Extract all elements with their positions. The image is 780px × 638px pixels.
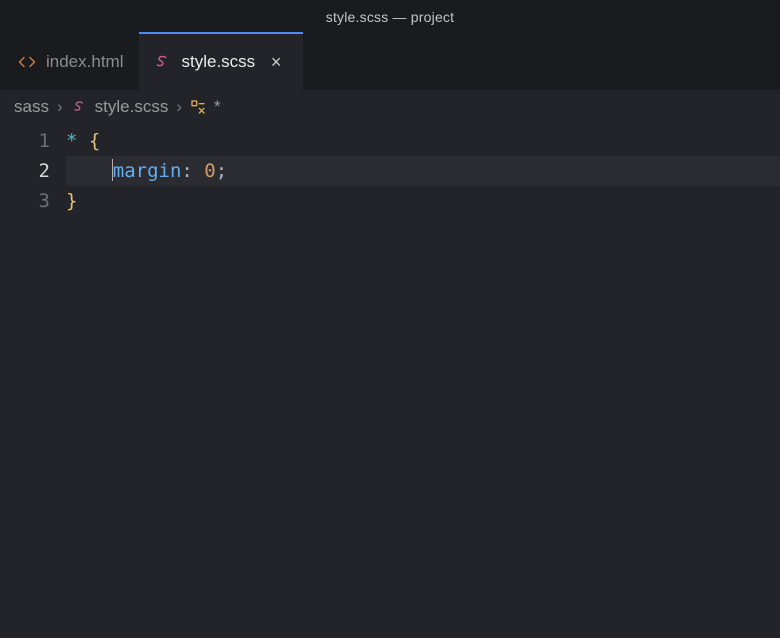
- breadcrumb-label: *: [214, 97, 221, 117]
- line-number: 3: [0, 186, 50, 216]
- code-line[interactable]: }: [66, 186, 780, 216]
- tab-bar: index.html style.scss ×: [0, 34, 780, 90]
- code-token: :: [181, 160, 204, 182]
- code-token: [66, 160, 112, 182]
- tab-close-button[interactable]: ×: [265, 51, 287, 73]
- tab-label: style.scss: [181, 52, 255, 72]
- code-icon: [18, 53, 36, 71]
- chevron-right-icon: ›: [55, 97, 65, 117]
- close-icon: ×: [271, 53, 282, 71]
- breadcrumb-item-folder[interactable]: sass: [14, 97, 49, 117]
- line-number: 1: [0, 126, 50, 156]
- editor-content[interactable]: * { margin: 0;}: [66, 124, 780, 638]
- breadcrumb-item-file[interactable]: style.scss: [71, 97, 169, 117]
- sass-icon: [71, 99, 87, 115]
- breadcrumb-item-symbol[interactable]: *: [190, 97, 221, 117]
- tab-style-scss[interactable]: style.scss ×: [139, 34, 303, 90]
- code-token: }: [66, 190, 77, 212]
- line-number: 2: [0, 156, 50, 186]
- sass-icon: [153, 53, 171, 71]
- code-token: margin: [113, 160, 182, 182]
- chevron-right-icon: ›: [174, 97, 184, 117]
- window-titlebar: style.scss — project: [0, 0, 780, 34]
- code-token: [77, 130, 88, 152]
- breadcrumb-label: sass: [14, 97, 49, 117]
- window-title: style.scss — project: [326, 9, 454, 25]
- breadcrumb: sass › style.scss › *: [0, 90, 780, 124]
- code-token: 0: [204, 160, 215, 182]
- tab-index-html[interactable]: index.html: [4, 34, 139, 90]
- code-token: ;: [216, 160, 227, 182]
- code-token: {: [89, 130, 100, 152]
- tab-label: index.html: [46, 52, 123, 72]
- code-line[interactable]: margin: 0;: [66, 156, 780, 186]
- code-editor[interactable]: 123 * { margin: 0;}: [0, 124, 780, 638]
- rule-icon: [190, 99, 206, 115]
- code-line[interactable]: * {: [66, 126, 780, 156]
- editor-gutter: 123: [0, 124, 66, 638]
- breadcrumb-label: style.scss: [95, 97, 169, 117]
- code-token: *: [66, 130, 77, 152]
